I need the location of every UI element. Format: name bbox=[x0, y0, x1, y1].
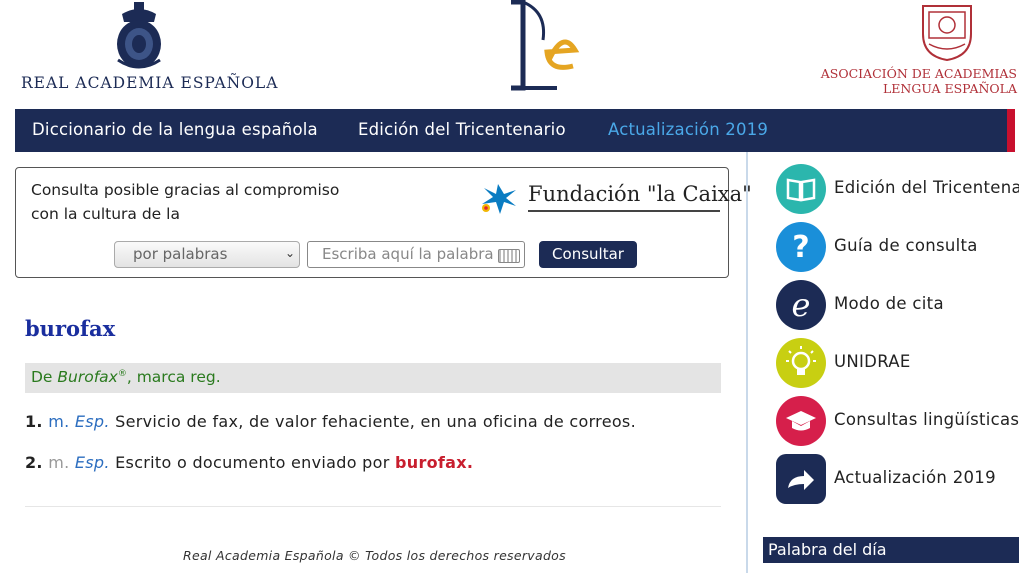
la-caixa-logo[interactable]: Fundación "la Caixa" bbox=[476, 180, 752, 216]
keyboard-icon[interactable] bbox=[498, 249, 520, 263]
svg-text:?: ? bbox=[792, 230, 809, 265]
share-arrow-icon bbox=[776, 454, 826, 504]
question-icon: ? bbox=[776, 222, 826, 272]
sidebar-item-label: Consultas lingüísticas bbox=[834, 410, 1019, 429]
e-letter-icon: e bbox=[776, 280, 826, 330]
book-icon bbox=[776, 164, 826, 214]
sponsor-line-2: con la cultura de la bbox=[31, 205, 180, 223]
sense-number: 2. bbox=[25, 453, 43, 472]
asale-name[interactable]: ASOCIACIÓN DE ACADEMIAS LENGUA ESPAÑOLA bbox=[821, 66, 1017, 96]
rae-crest-logo[interactable] bbox=[110, 0, 168, 72]
footer-copyright: Real Academia Española © Todos los derec… bbox=[183, 548, 566, 563]
navbar-red-accent bbox=[1007, 109, 1015, 152]
sense-text: Escrito o documento enviado por bbox=[109, 453, 395, 472]
sidebar-item-label: UNIDRAE bbox=[834, 352, 911, 371]
sense-mark[interactable]: Esp. bbox=[75, 412, 110, 431]
sidebar-item-actualizacion[interactable]: Actualización 2019 bbox=[776, 454, 1019, 506]
sidebar-item-modo-cita[interactable]: e Modo de cita bbox=[776, 280, 1019, 332]
sidebar-item-guia[interactable]: ? Guía de consulta bbox=[776, 222, 1019, 274]
sense-mark[interactable]: Esp. bbox=[75, 453, 110, 472]
sense-number: 1. bbox=[25, 412, 43, 431]
search-placeholder: Escriba aquí la palabra bbox=[322, 245, 494, 263]
asale-crest-logo[interactable] bbox=[915, 0, 979, 62]
sponsor-line-1: Consulta posible gracias al compromiso bbox=[31, 181, 340, 199]
search-mode-value: por palabras bbox=[133, 245, 228, 263]
svg-text:e: e bbox=[792, 286, 811, 324]
caixa-name: Fundación "la Caixa" bbox=[528, 182, 752, 206]
caixa-underline bbox=[528, 210, 720, 212]
nav-actualizacion[interactable]: Actualización 2019 bbox=[608, 120, 768, 139]
sidebar-item-tricentenario[interactable]: Edición del Tricentenario bbox=[776, 164, 1019, 216]
sidebar-item-label: Edición del Tricentenario bbox=[834, 178, 1019, 197]
sidebar-item-consultas[interactable]: Consultas lingüísticas bbox=[776, 396, 1019, 448]
sense-link-burofax[interactable]: burofax. bbox=[395, 453, 473, 472]
sidebar-item-label: Actualización 2019 bbox=[834, 468, 996, 487]
sidebar-item-unidrae[interactable]: UNIDRAE bbox=[776, 338, 1019, 390]
asale-name-line1: ASOCIACIÓN DE ACADEMIAS bbox=[820, 66, 1017, 81]
rae-name[interactable]: REAL ACADEMIA ESPAÑOLA bbox=[21, 74, 278, 92]
search-mode-select[interactable]: por palabras ⌄ bbox=[114, 241, 300, 268]
search-button[interactable]: Consultar bbox=[539, 241, 637, 268]
sidebar-item-label: Guía de consulta bbox=[834, 236, 978, 255]
sponsor-text: Consulta posible gracias al compromiso c… bbox=[31, 178, 411, 226]
sense-text: Servicio de fax, de valor fehaciente, en… bbox=[109, 412, 636, 431]
sidebar-item-label: Modo de cita bbox=[834, 294, 944, 313]
dle-logo[interactable] bbox=[505, 0, 580, 92]
content-divider bbox=[25, 506, 721, 507]
chevron-down-icon: ⌄ bbox=[284, 246, 295, 260]
nav-tricentenario[interactable]: Edición del Tricentenario bbox=[358, 120, 566, 139]
etymology-box: De Burofax®, marca reg. bbox=[25, 363, 721, 393]
etym-prefix: De bbox=[31, 368, 58, 386]
etym-suffix: , marca reg. bbox=[126, 368, 221, 386]
lightbulb-icon bbox=[776, 338, 826, 388]
sense-gram[interactable]: m. bbox=[48, 412, 69, 431]
nav-diccionario[interactable]: Diccionario de la lengua española bbox=[32, 120, 318, 139]
sidebar-separator bbox=[746, 152, 748, 573]
search-input[interactable]: Escriba aquí la palabra bbox=[307, 241, 525, 268]
entry-headword: burofax bbox=[25, 316, 116, 341]
etym-reg-mark: ® bbox=[117, 368, 127, 379]
main-navbar: Diccionario de la lengua española Edició… bbox=[15, 109, 1015, 152]
sense-1: 1. m. Esp. Servicio de fax, de valor feh… bbox=[25, 412, 636, 431]
caixa-star-icon bbox=[482, 184, 516, 214]
sense-2: 2. m. Esp. Escrito o documento enviado p… bbox=[25, 453, 473, 472]
word-of-day-header: Palabra del día bbox=[763, 537, 1019, 563]
etym-origin: Burofax bbox=[57, 368, 118, 386]
sense-gram[interactable]: m. bbox=[48, 453, 69, 472]
search-panel: Consulta posible gracias al compromiso c… bbox=[15, 167, 752, 278]
asale-name-line2: LENGUA ESPAÑOLA bbox=[883, 81, 1017, 96]
graduation-cap-icon bbox=[776, 396, 826, 446]
